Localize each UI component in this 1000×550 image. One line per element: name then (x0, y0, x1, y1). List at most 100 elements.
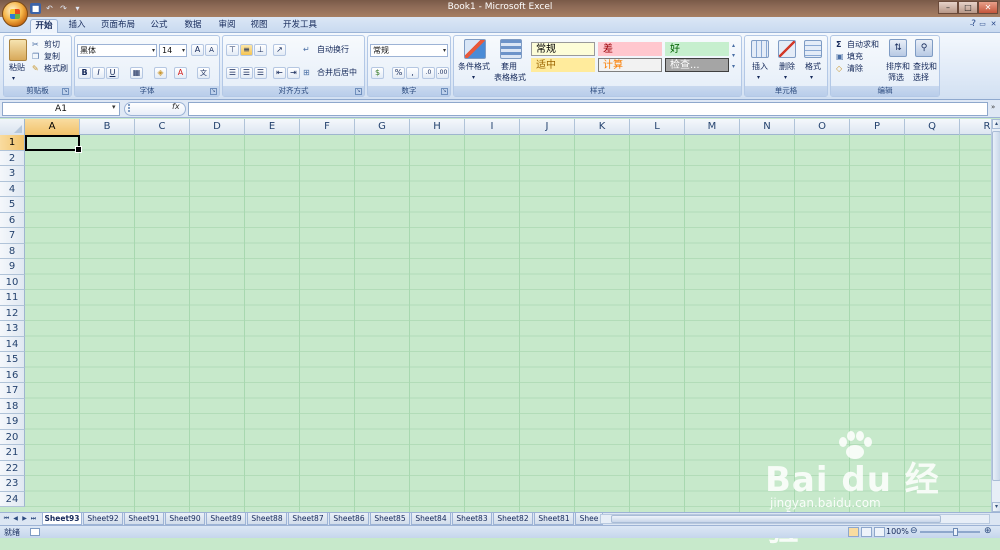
workbook-close-button[interactable]: ✕ (989, 19, 998, 29)
tab-data[interactable]: 数据 (180, 19, 206, 33)
decrease-indent-icon[interactable]: ⇤ (273, 67, 286, 79)
borders-icon[interactable]: ▦ (130, 67, 143, 79)
merge-center-button[interactable]: 合并后居中 (317, 68, 357, 78)
column-header-b[interactable]: B (80, 119, 135, 135)
clipboard-launcher-icon[interactable]: ↘ (62, 88, 69, 95)
clear-button[interactable]: 清除 (847, 64, 863, 74)
undo-icon[interactable]: ↶ (44, 3, 55, 14)
insert-cells-button[interactable]: 插入 (752, 62, 768, 72)
increase-indent-icon[interactable]: ⇥ (287, 67, 300, 79)
format-cells-icon[interactable] (804, 40, 822, 58)
row-header-11[interactable]: 11 (0, 290, 25, 306)
scroll-up-icon[interactable]: ▴ (992, 119, 1000, 129)
format-as-table-label-2[interactable]: 表格格式 (494, 73, 526, 83)
font-launcher-icon[interactable]: ↘ (210, 88, 217, 95)
find-select-label-2[interactable]: 选择 (913, 73, 929, 83)
formula-input[interactable] (188, 102, 988, 116)
tab-home[interactable]: 开始 (30, 19, 58, 33)
orientation-icon[interactable]: ↗ (273, 44, 286, 56)
format-as-table-icon[interactable] (500, 39, 522, 59)
expand-formula-bar-icon[interactable]: » (991, 103, 995, 111)
find-select-label-1[interactable]: 查找和 (913, 62, 937, 72)
sort-filter-label-2[interactable]: 筛选 (888, 73, 904, 83)
row-header-7[interactable]: 7 (0, 228, 25, 244)
vertical-scrollbar[interactable]: ▴ ▾ (991, 119, 1000, 512)
horizontal-scroll-thumb[interactable] (611, 515, 941, 523)
row-header-9[interactable]: 9 (0, 259, 25, 275)
wrap-text-button[interactable]: 自动换行 (317, 45, 349, 55)
sort-filter-label-1[interactable]: 排序和 (886, 62, 910, 72)
row-header-22[interactable]: 22 (0, 460, 25, 476)
first-sheet-icon[interactable]: ⏮ (2, 514, 11, 524)
column-header-h[interactable]: H (410, 119, 465, 135)
style-good[interactable]: 好 (665, 42, 729, 56)
zoom-slider[interactable] (920, 531, 980, 533)
sheet-tab-sheet86[interactable]: Sheet86 (329, 513, 369, 525)
style-check-cell[interactable]: 检查... (665, 58, 729, 72)
align-left-icon[interactable]: ☰ (226, 67, 239, 79)
delete-cells-icon[interactable] (778, 40, 796, 58)
minimize-button[interactable]: – (938, 1, 958, 14)
cut-button[interactable]: 剪切 (44, 40, 60, 50)
horizontal-scrollbar[interactable] (600, 514, 990, 524)
sheet-tab-sheet87[interactable]: Sheet87 (288, 513, 328, 525)
row-header-19[interactable]: 19 (0, 414, 25, 430)
column-header-a[interactable]: A (25, 119, 80, 135)
autosum-button[interactable]: 自动求和 (847, 40, 879, 50)
font-color-icon[interactable]: A (174, 67, 187, 79)
tab-developer[interactable]: 开发工具 (280, 19, 320, 33)
row-header-23[interactable]: 23 (0, 476, 25, 492)
insert-cells-icon[interactable] (751, 40, 769, 58)
grow-font-icon[interactable]: A (191, 44, 204, 56)
row-header-20[interactable]: 20 (0, 429, 25, 445)
zoom-in-icon[interactable]: ⊕ (984, 526, 992, 536)
conditional-format-button[interactable]: 条件格式 (458, 62, 490, 72)
office-button[interactable] (2, 1, 28, 27)
format-as-table-label-1[interactable]: 套用 (501, 62, 517, 72)
row-header-15[interactable]: 15 (0, 352, 25, 368)
font-name-combo[interactable]: 黑体 ▾ (77, 44, 157, 57)
select-all-button[interactable] (0, 119, 25, 135)
sheet-tab-sheet88[interactable]: Sheet88 (247, 513, 287, 525)
row-header-1[interactable]: 1 (0, 135, 25, 151)
format-cells-button[interactable]: 格式 (805, 62, 821, 72)
normal-view-icon[interactable] (848, 527, 859, 537)
macro-record-icon[interactable] (30, 528, 40, 536)
save-icon[interactable]: ■ (30, 3, 41, 14)
column-header-j[interactable]: J (520, 119, 575, 135)
format-painter-button[interactable]: 格式刷 (44, 64, 68, 74)
percent-icon[interactable]: % (392, 67, 405, 79)
align-center-icon[interactable]: ☰ (240, 67, 253, 79)
next-sheet-icon[interactable]: ▶ (20, 514, 29, 524)
column-header-i[interactable]: I (465, 119, 520, 135)
styles-scroll-down-icon[interactable]: ▾ (732, 51, 735, 61)
column-header-d[interactable]: D (190, 119, 245, 135)
comma-icon[interactable]: , (406, 67, 419, 79)
vertical-scroll-thumb[interactable] (992, 131, 1000, 481)
italic-icon[interactable]: I (92, 67, 105, 79)
sheet-tab-sheet85[interactable]: Sheet85 (370, 513, 410, 525)
row-header-21[interactable]: 21 (0, 445, 25, 461)
customize-qat-icon[interactable]: ▾ (72, 3, 83, 14)
sheet-tab-sheet91[interactable]: Sheet91 (124, 513, 164, 525)
last-sheet-icon[interactable]: ⏭ (29, 514, 38, 524)
row-header-16[interactable]: 16 (0, 367, 25, 383)
workbook-minimize-button[interactable]: – (967, 19, 976, 29)
sheet-tab-sheet92[interactable]: Sheet92 (83, 513, 123, 525)
align-bottom-icon[interactable]: ⊥ (254, 44, 267, 56)
workbook-restore-button[interactable]: ▭ (978, 19, 987, 29)
number-format-combo[interactable]: 常规 ▾ (370, 44, 448, 57)
underline-icon[interactable]: U (106, 67, 119, 79)
column-header-o[interactable]: O (795, 119, 850, 135)
resize-handle-icon[interactable] (128, 104, 132, 112)
tab-formulas[interactable]: 公式 (146, 19, 172, 33)
column-header-p[interactable]: P (850, 119, 905, 135)
row-header-17[interactable]: 17 (0, 383, 25, 399)
page-layout-view-icon[interactable] (861, 527, 872, 537)
column-header-e[interactable]: E (245, 119, 300, 135)
phonetic-icon[interactable]: 文 (197, 67, 210, 79)
name-box[interactable]: A1 (2, 102, 120, 116)
fill-button[interactable]: 填充 (847, 52, 863, 62)
sheet-tab-sheet82[interactable]: Sheet82 (493, 513, 533, 525)
binoculars-icon[interactable]: ⚲ (915, 39, 933, 57)
